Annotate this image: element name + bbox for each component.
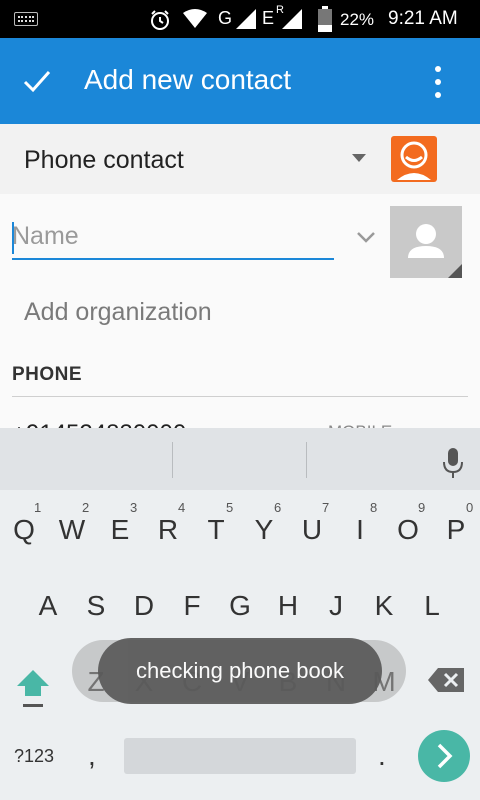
- clock: 9:21 AM: [388, 8, 458, 29]
- soft-keyboard: ?123 , . Q1W2E3R4T5Y6U7I8O9P0ASDFGHJKLZX…: [0, 428, 480, 800]
- key-e[interactable]: E: [96, 514, 144, 546]
- key-hint: 1: [34, 500, 42, 515]
- go-key[interactable]: [418, 730, 470, 782]
- battery-percent: 22%: [340, 10, 375, 29]
- key-hint: 6: [274, 500, 282, 515]
- chevron-down-icon[interactable]: [356, 230, 376, 244]
- key-hint: 4: [178, 500, 186, 515]
- dropdown-arrow-icon[interactable]: [352, 154, 366, 162]
- add-organization-button[interactable]: Add organization: [24, 298, 212, 327]
- microphone-icon[interactable]: [440, 446, 466, 480]
- name-input[interactable]: [12, 214, 334, 260]
- period-key[interactable]: .: [378, 740, 386, 772]
- network-type-label: G: [218, 8, 233, 28]
- account-avatar-icon: [391, 136, 437, 182]
- backspace-icon[interactable]: [426, 666, 466, 694]
- status-bar: G E R 22% 9:21 AM: [0, 0, 480, 38]
- toast-message: checking phone book: [98, 638, 382, 704]
- key-u[interactable]: U: [288, 514, 336, 546]
- key-t[interactable]: T: [192, 514, 240, 546]
- key-a[interactable]: A: [24, 590, 72, 622]
- keyboard-indicator-icon: [14, 12, 38, 26]
- network-type-label-2: E: [262, 8, 275, 28]
- contact-form: Add organization PHONE +914524830000 MOB…: [0, 194, 480, 452]
- overflow-menu-icon[interactable]: [426, 64, 450, 100]
- key-k[interactable]: K: [360, 590, 408, 622]
- symbols-key[interactable]: ?123: [14, 746, 54, 767]
- key-hint: 7: [322, 500, 330, 515]
- key-hint: 0: [466, 500, 474, 515]
- battery-icon: [318, 6, 332, 32]
- key-w[interactable]: W: [48, 514, 96, 546]
- key-i[interactable]: I: [336, 514, 384, 546]
- key-j[interactable]: J: [312, 590, 360, 622]
- key-hint: 8: [370, 500, 378, 515]
- toolbar: Add new contact: [0, 38, 480, 124]
- wifi-icon: [183, 9, 207, 28]
- key-o[interactable]: O: [384, 514, 432, 546]
- key-l[interactable]: L: [408, 590, 456, 622]
- key-hint: 5: [226, 500, 234, 515]
- comma-key[interactable]: ,: [88, 740, 96, 772]
- key-p[interactable]: P: [432, 514, 480, 546]
- account-label: Phone contact: [24, 146, 184, 174]
- key-s[interactable]: S: [72, 590, 120, 622]
- space-key[interactable]: [124, 738, 356, 774]
- alarm-icon: [151, 10, 169, 30]
- check-icon[interactable]: [22, 66, 52, 96]
- phone-section-header: PHONE: [12, 364, 83, 385]
- shift-icon[interactable]: [16, 666, 50, 710]
- key-f[interactable]: F: [168, 590, 216, 622]
- divider: [12, 396, 468, 397]
- chevron-right-icon: [437, 743, 453, 769]
- key-y[interactable]: Y: [240, 514, 288, 546]
- key-d[interactable]: D: [120, 590, 168, 622]
- page-title: Add new contact: [84, 64, 292, 95]
- contact-photo[interactable]: [390, 206, 462, 278]
- signal-icon-2: [282, 9, 302, 29]
- key-hint: 2: [82, 500, 90, 515]
- signal-icon: [236, 9, 256, 29]
- key-h[interactable]: H: [264, 590, 312, 622]
- account-selector[interactable]: Phone contact: [0, 124, 480, 194]
- key-q[interactable]: Q: [0, 514, 48, 546]
- key-g[interactable]: G: [216, 590, 264, 622]
- suggestion-strip: [0, 428, 480, 490]
- key-hint: 3: [130, 500, 138, 515]
- text-cursor: [12, 222, 14, 254]
- key-hint: 9: [418, 500, 426, 515]
- key-r[interactable]: R: [144, 514, 192, 546]
